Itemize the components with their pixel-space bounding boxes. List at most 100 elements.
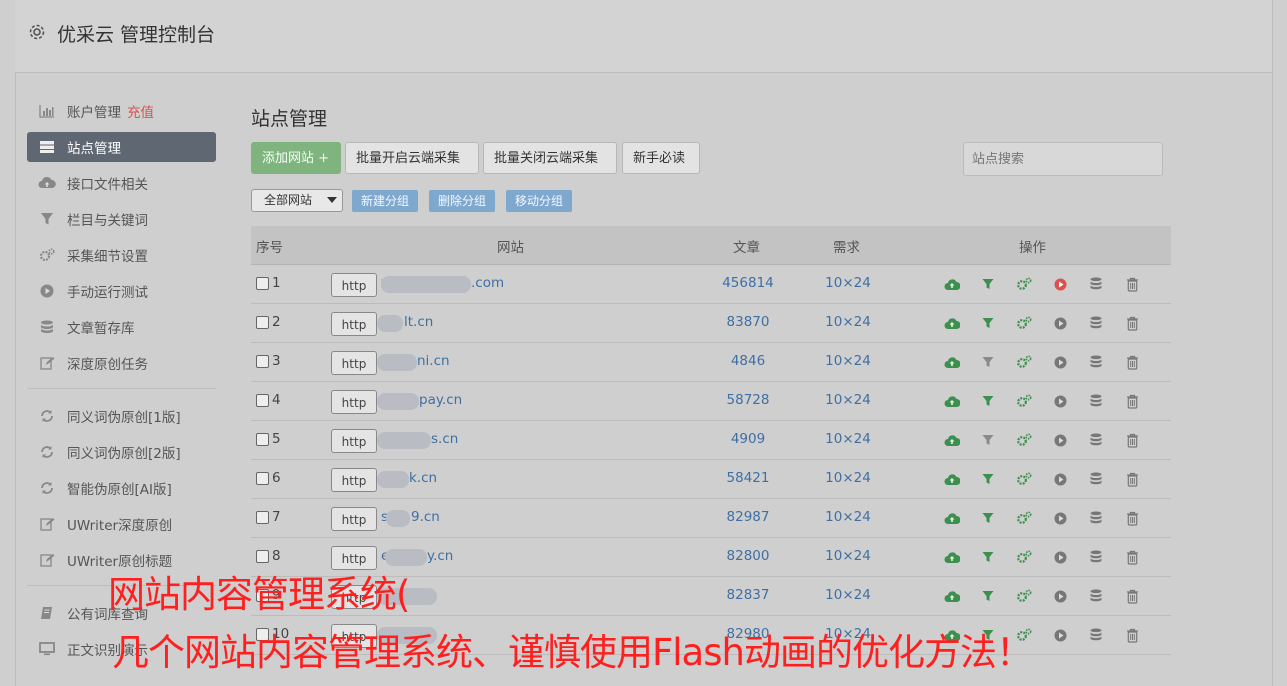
article-count[interactable]: 82987 xyxy=(698,509,798,525)
sidebar-item-deep-original[interactable]: 深度原创任务 xyxy=(27,348,216,378)
site-domain[interactable]: y.cn xyxy=(427,548,453,564)
play-circle-icon[interactable] xyxy=(1042,470,1078,488)
site-domain[interactable]: pay.cn xyxy=(419,392,462,408)
gears-icon[interactable] xyxy=(1006,548,1042,566)
demand-value[interactable]: 10×24 xyxy=(798,275,898,291)
database-icon[interactable] xyxy=(1078,275,1114,293)
sidebar-item-account[interactable]: 账户管理 充值 xyxy=(27,96,216,126)
group-select[interactable]: 全部网站 xyxy=(251,189,343,212)
sidebar-item-columns[interactable]: 栏目与关键词 xyxy=(27,204,216,234)
cloud-upload-icon[interactable] xyxy=(934,431,970,449)
database-icon[interactable] xyxy=(1078,548,1114,566)
demand-value[interactable]: 10×24 xyxy=(798,353,898,369)
row-checkbox[interactable] xyxy=(256,472,269,485)
filter-icon[interactable] xyxy=(970,587,1006,605)
database-icon[interactable] xyxy=(1078,587,1114,605)
trash-icon[interactable] xyxy=(1114,587,1150,605)
filter-icon[interactable] xyxy=(970,392,1006,410)
batch-open-button[interactable]: 批量开启云端采集 xyxy=(345,142,479,174)
article-count[interactable]: 82800 xyxy=(698,548,798,564)
protocol-badge[interactable]: http xyxy=(331,429,377,453)
gears-icon[interactable] xyxy=(1006,392,1042,410)
play-circle-icon[interactable] xyxy=(1042,353,1078,371)
play-circle-icon[interactable] xyxy=(1042,626,1078,644)
sidebar-item-uwriter-deep[interactable]: UWriter深度原创 xyxy=(27,509,216,539)
new-group-button[interactable]: 新建分组 xyxy=(352,190,419,212)
site-domain[interactable]: 9.cn xyxy=(411,509,440,525)
article-count[interactable]: 4909 xyxy=(698,431,798,447)
demand-value[interactable]: 10×24 xyxy=(798,314,898,330)
recharge-link[interactable]: 充值 xyxy=(127,101,154,121)
site-domain[interactable]: ni.cn xyxy=(417,353,450,369)
move-group-button[interactable]: 移动分组 xyxy=(506,190,573,212)
protocol-badge[interactable]: http xyxy=(331,273,377,297)
play-circle-icon[interactable] xyxy=(1042,587,1078,605)
database-icon[interactable] xyxy=(1078,392,1114,410)
demand-value[interactable]: 10×24 xyxy=(798,470,898,486)
trash-icon[interactable] xyxy=(1114,275,1150,293)
row-checkbox[interactable] xyxy=(256,394,269,407)
gears-icon[interactable] xyxy=(1006,431,1042,449)
cloud-upload-icon[interactable] xyxy=(934,392,970,410)
gears-icon[interactable] xyxy=(1006,353,1042,371)
cloud-upload-icon[interactable] xyxy=(934,509,970,527)
cloud-upload-icon[interactable] xyxy=(934,353,970,371)
demand-value[interactable]: 10×24 xyxy=(798,431,898,447)
sidebar-item-interface[interactable]: 接口文件相关 xyxy=(27,168,216,198)
database-icon[interactable] xyxy=(1078,470,1114,488)
site-domain[interactable]: .com xyxy=(471,275,504,291)
demand-value[interactable]: 10×24 xyxy=(798,587,898,603)
row-checkbox[interactable] xyxy=(256,433,269,446)
batch-close-button[interactable]: 批量关闭云端采集 xyxy=(483,142,617,174)
article-count[interactable]: 456814 xyxy=(698,275,798,291)
add-site-button[interactable]: 添加网站 + xyxy=(251,142,341,174)
gears-icon[interactable] xyxy=(1006,509,1042,527)
gears-icon[interactable] xyxy=(1006,275,1042,293)
site-search-input[interactable] xyxy=(963,142,1163,176)
gears-icon[interactable] xyxy=(1006,587,1042,605)
protocol-badge[interactable]: http xyxy=(331,312,377,336)
filter-icon[interactable] xyxy=(970,548,1006,566)
filter-icon[interactable] xyxy=(970,431,1006,449)
cloud-upload-icon[interactable] xyxy=(934,548,970,566)
article-count[interactable]: 4846 xyxy=(698,353,798,369)
cloud-upload-icon[interactable] xyxy=(934,587,970,605)
site-domain[interactable]: lt.cn xyxy=(404,314,433,330)
database-icon[interactable] xyxy=(1078,353,1114,371)
sidebar-item-synonym-v2[interactable]: 同义词伪原创[2版] xyxy=(27,437,216,467)
demand-value[interactable]: 10×24 xyxy=(798,509,898,525)
gears-icon[interactable] xyxy=(1006,314,1042,332)
demand-value[interactable]: 10×24 xyxy=(798,392,898,408)
trash-icon[interactable] xyxy=(1114,470,1150,488)
sidebar-item-ai-original[interactable]: 智能伪原创[AI版] xyxy=(27,473,216,503)
article-count[interactable]: 58728 xyxy=(698,392,798,408)
play-circle-icon[interactable] xyxy=(1042,509,1078,527)
site-domain[interactable]: k.cn xyxy=(409,470,437,486)
sidebar-item-manual-test[interactable]: 手动运行测试 xyxy=(27,276,216,306)
trash-icon[interactable] xyxy=(1114,626,1150,644)
guide-button[interactable]: 新手必读 xyxy=(622,142,700,174)
protocol-badge[interactable]: http xyxy=(331,390,377,414)
filter-icon[interactable] xyxy=(970,353,1006,371)
trash-icon[interactable] xyxy=(1114,392,1150,410)
article-count[interactable]: 82837 xyxy=(698,587,798,603)
play-circle-icon[interactable] xyxy=(1042,431,1078,449)
protocol-badge[interactable]: http xyxy=(331,507,377,531)
database-icon[interactable] xyxy=(1078,431,1114,449)
row-checkbox[interactable] xyxy=(256,355,269,368)
article-count[interactable]: 83870 xyxy=(698,314,798,330)
row-checkbox[interactable] xyxy=(256,277,269,290)
sidebar-item-synonym-v1[interactable]: 同义词伪原创[1版] xyxy=(27,401,216,431)
sidebar-item-sites[interactable]: 站点管理 xyxy=(27,132,216,162)
sidebar-item-collect-settings[interactable]: 采集细节设置 xyxy=(27,240,216,270)
row-checkbox[interactable] xyxy=(256,550,269,563)
database-icon[interactable] xyxy=(1078,626,1114,644)
trash-icon[interactable] xyxy=(1114,431,1150,449)
play-circle-icon[interactable] xyxy=(1042,275,1078,293)
trash-icon[interactable] xyxy=(1114,548,1150,566)
filter-icon[interactable] xyxy=(970,314,1006,332)
filter-icon[interactable] xyxy=(970,509,1006,527)
protocol-badge[interactable]: http xyxy=(331,351,377,375)
cloud-upload-icon[interactable] xyxy=(934,314,970,332)
trash-icon[interactable] xyxy=(1114,353,1150,371)
